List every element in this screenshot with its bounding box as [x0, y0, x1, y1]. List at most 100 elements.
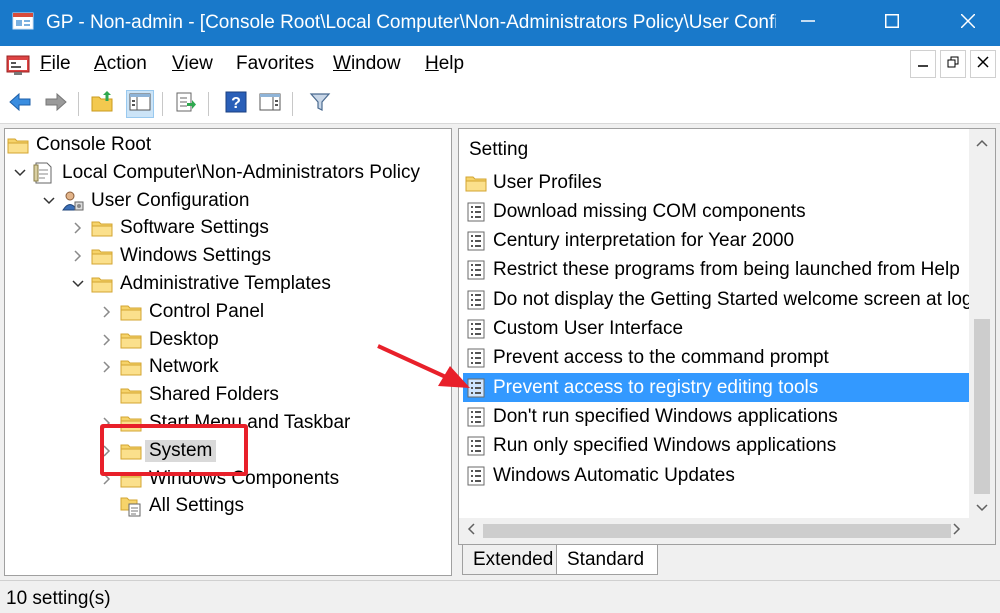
setting-name: Download missing COM components [493, 200, 806, 222]
tree-item-administrative-templates[interactable]: Administrative Templates [69, 270, 331, 298]
menu-action[interactable]: Action [94, 53, 147, 75]
maximize-button[interactable] [864, 0, 920, 46]
close-button[interactable] [940, 0, 996, 46]
chevron-right-icon[interactable] [69, 219, 87, 237]
setting-icon [465, 259, 487, 281]
tree-item-network[interactable]: Network [98, 353, 219, 381]
restore-icon [947, 55, 959, 73]
tree-item-label: User Configuration [91, 189, 250, 211]
tab-standard[interactable]: Standard [556, 545, 658, 575]
setting-icon [465, 435, 487, 457]
title-bar[interactable]: GP - Non-admin - [Console Root\Local Com… [0, 0, 1000, 46]
folder-icon [91, 274, 113, 294]
tree-item-label: Windows Settings [120, 245, 272, 267]
setting-column-label: Setting [469, 139, 529, 160]
tree-item-console-root[interactable]: Console Root [7, 131, 151, 159]
scroll-up-button[interactable] [969, 131, 995, 155]
policy-setting-row[interactable]: Run only specified Windows applications [463, 432, 969, 461]
chevron-down-icon[interactable] [11, 164, 29, 182]
policy-setting-row[interactable]: Century interpretation for Year 2000 [463, 227, 969, 256]
close-icon [960, 12, 976, 33]
show-hide-console-tree-button[interactable] [126, 90, 154, 118]
window-title: GP - Non-admin - [Console Root\Local Com… [46, 12, 776, 33]
minimize-button[interactable] [780, 0, 836, 46]
list-folder-item[interactable]: User Profiles [463, 168, 969, 197]
filter-button[interactable] [306, 90, 334, 118]
folder-icon [91, 218, 113, 238]
status-bar: 10 setting(s) [0, 580, 1000, 613]
chevron-down-icon[interactable] [69, 275, 87, 293]
tree-item-label: Network [149, 356, 219, 378]
minimize-icon [917, 55, 929, 73]
gp-app-icon [12, 10, 34, 32]
vertical-scrollbar[interactable] [969, 129, 995, 520]
folder-icon [120, 357, 142, 377]
setting-name: Prevent access to the command prompt [493, 347, 829, 369]
export-list-button[interactable] [172, 90, 200, 118]
child-close-button[interactable] [970, 50, 996, 78]
menu-file[interactable]: File [40, 53, 71, 75]
policy-setting-row[interactable]: Restrict these programs from being launc… [463, 256, 969, 285]
policy-setting-row[interactable]: Custom User Interface [463, 315, 969, 344]
vertical-scroll-thumb[interactable] [974, 319, 990, 494]
chevron-right-icon[interactable] [98, 358, 116, 376]
tree-item-software-settings[interactable]: Software Settings [69, 214, 269, 242]
horizontal-scrollbar[interactable] [459, 518, 995, 544]
status-text: 10 setting(s) [6, 588, 111, 609]
chevron-right-icon[interactable] [98, 331, 116, 349]
tree-item-user-configuration[interactable]: User Configuration [40, 187, 249, 215]
child-restore-button[interactable] [940, 50, 966, 78]
policy-setting-row[interactable]: Prevent access to registry editing tools [463, 373, 969, 403]
tree-item-desktop[interactable]: Desktop [98, 326, 219, 354]
scroll-right-button[interactable] [945, 518, 969, 544]
close-icon [977, 55, 989, 73]
policy-setting-row[interactable]: Don't run specified Windows applications [463, 402, 969, 431]
tree-item-label: Control Panel [149, 300, 265, 322]
policy-setting-row[interactable]: Download missing COM components [463, 197, 969, 226]
annotation-highlight-box [100, 424, 248, 476]
menu-window[interactable]: Window [333, 53, 401, 75]
child-minimize-button[interactable] [910, 50, 936, 78]
back-button[interactable] [6, 90, 34, 118]
toolbar-separator [78, 92, 79, 116]
menu-view[interactable]: View [172, 53, 213, 75]
menu-favorites[interactable]: Favorites [236, 53, 314, 75]
toolbar-separator [208, 92, 209, 116]
chevron-down-icon[interactable] [40, 192, 58, 210]
chevron-right-icon[interactable] [69, 247, 87, 265]
toolbar-separator [292, 92, 293, 116]
help-button[interactable]: ? [222, 90, 250, 118]
policy-document-icon [33, 162, 55, 184]
policy-setting-row[interactable]: Prevent access to the command prompt [463, 344, 969, 373]
show-hide-action-pane-button[interactable] [256, 90, 284, 118]
scroll-down-button[interactable] [969, 496, 995, 520]
horizontal-scroll-thumb[interactable] [483, 524, 951, 538]
tree-item-control-panel[interactable]: Control Panel [98, 298, 264, 326]
scroll-left-button[interactable] [459, 518, 483, 544]
up-one-level-button[interactable] [88, 90, 116, 118]
folder-icon [91, 246, 113, 266]
settings-list-pane[interactable]: Setting User Profiles Download missing CO… [458, 128, 996, 545]
tree-item-shared-folders[interactable]: Shared Folders [98, 381, 279, 409]
tree-item-all-settings[interactable]: All Settings [98, 492, 244, 520]
menu-help[interactable]: Help [425, 53, 464, 75]
folder-up-icon [90, 90, 114, 118]
tree-item-local-computer-non-administrators-policy[interactable]: Local Computer\Non-Administrators Policy [11, 159, 420, 187]
chevron-left-icon [467, 522, 475, 540]
chevron-right-icon[interactable] [98, 303, 116, 321]
tab-extended[interactable]: Extended [462, 545, 558, 575]
setting-icon [465, 406, 487, 428]
setting-column-header[interactable]: Setting [459, 129, 969, 165]
minimize-icon [801, 14, 815, 33]
console-menu-icon[interactable] [6, 54, 30, 76]
policy-setting-row[interactable]: Do not display the Getting Started welco… [463, 285, 969, 314]
setting-name: Prevent access to registry editing tools [493, 376, 819, 398]
tree-item-label: Console Root [36, 134, 152, 155]
forward-button[interactable] [42, 90, 70, 118]
folder-icon [120, 385, 142, 405]
tree-item-windows-settings[interactable]: Windows Settings [69, 242, 271, 270]
policy-setting-row[interactable]: Windows Automatic Updates [463, 461, 969, 490]
svg-text:?: ? [231, 95, 241, 112]
console-tree-pane[interactable]: Console Root Local Computer\Non-Administr… [4, 128, 452, 576]
